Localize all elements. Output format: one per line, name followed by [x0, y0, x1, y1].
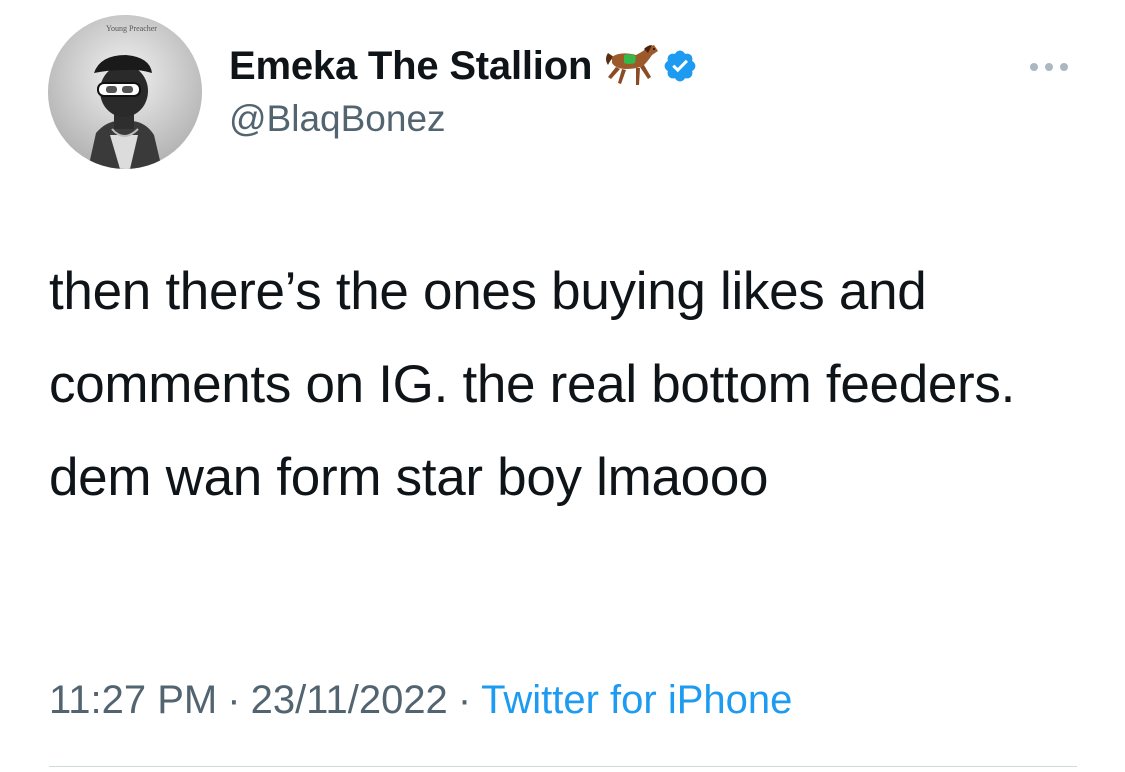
- tweet-source-link[interactable]: Twitter for iPhone: [481, 678, 792, 722]
- verified-badge-icon: [662, 48, 698, 84]
- avatar-image: [48, 15, 202, 169]
- author-name-row[interactable]: Emeka The Stallion: [229, 40, 698, 92]
- display-name[interactable]: Emeka The Stallion: [229, 44, 592, 89]
- more-options-button[interactable]: [1024, 55, 1074, 79]
- tweet-meta: 11:27 PM · 23/11/2022 · Twitter for iPhone: [49, 678, 792, 723]
- horse-icon: [602, 41, 660, 91]
- tweet-time[interactable]: 11:27 PM: [49, 678, 217, 722]
- tweet-date[interactable]: 23/11/2022: [251, 678, 448, 722]
- meta-separator: ·: [457, 678, 472, 722]
- meta-separator: ·: [227, 678, 241, 722]
- more-dots-icon: [1030, 63, 1068, 71]
- handle[interactable]: @BlaqBonez: [229, 98, 446, 140]
- avatar[interactable]: Young Preacher: [48, 15, 202, 169]
- tweet-text: then there’s the ones buying likes and c…: [49, 262, 1016, 507]
- avatar-caption: Young Preacher: [106, 24, 157, 33]
- divider: [49, 766, 1077, 767]
